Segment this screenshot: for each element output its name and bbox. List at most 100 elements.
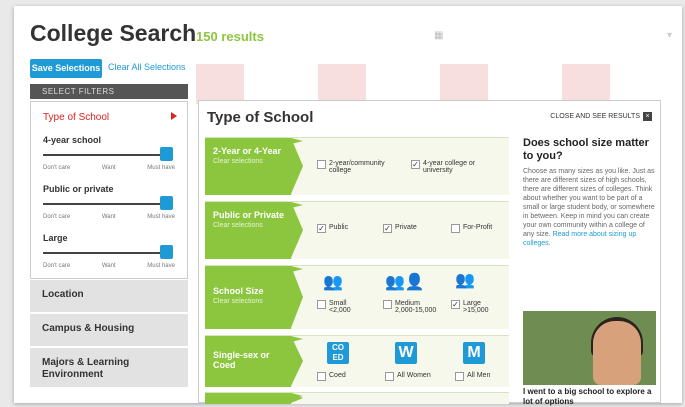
option-text: Large >15,000 [463,300,489,314]
option-label: Medium [395,300,420,307]
option-label: Private [395,224,417,231]
slider-public-private[interactable]: Public or private Don't care Want Must h… [43,184,183,220]
sort-dropdown[interactable]: ▦ ▾ [424,28,674,44]
option-public[interactable]: ✓ Public [317,224,348,233]
row-label: 2-Year or 4-Year Clear selections [205,138,303,195]
option-for-profit[interactable]: For-Profit [451,224,492,233]
option-medium[interactable]: Medium 2,000-15,000 [383,300,436,314]
large-school-icon: 👥 [455,272,475,289]
checkbox[interactable] [455,372,464,381]
slider-label: Large [43,233,68,243]
option-small[interactable]: Small <2,000 [317,300,351,314]
tick-must-have: Must have [147,214,175,220]
tick-want: Want [101,165,116,171]
slider-track[interactable] [43,154,171,156]
row-arrow-shape [291,202,303,258]
checkbox[interactable] [451,224,460,233]
tick-want: Want [101,263,116,269]
results-count: 150 results [196,29,264,44]
slider-4-year[interactable]: 4-year school Don't care Want Must have [43,135,183,171]
row-arrow-shape [291,393,303,403]
checkbox-checked[interactable]: ✓ [411,160,420,169]
checkbox-checked[interactable]: ✓ [451,300,460,309]
option-all-men[interactable]: All Men [455,372,490,381]
video-thumbnail[interactable] [523,311,656,385]
row-label: Single-sex or Coed [205,336,303,387]
page-title: College Search [30,20,197,46]
option-range: <2,000 [329,307,351,314]
option-text: Small <2,000 [329,300,351,314]
slider-handle[interactable] [160,196,173,210]
option-range: 2,000-15,000 [395,307,437,314]
option-text: Medium 2,000-15,000 [395,300,436,314]
row-arrow-shape [291,138,303,194]
option-large[interactable]: ✓ Large >15,000 [451,300,489,314]
row-school-size: School Size Clear selections 👥 👥👤 👥 Smal… [205,265,509,329]
checkbox[interactable] [383,300,392,309]
college-search-page: College Search 150 results ▦ ▾ Save Sele… [14,6,682,406]
arrow-right-icon [171,112,177,120]
nav-majors-learning[interactable]: Majors & Learning Environment [30,348,188,388]
checkbox[interactable] [317,300,326,309]
option-4-year[interactable]: ✓ 4-year college or university [411,160,499,174]
info-body: Choose as many sizes as you like. Just a… [523,167,656,248]
row-label: Public or Private Clear selections [205,202,303,259]
result-card [196,64,244,104]
filter-type-of-school[interactable]: Type of School [43,112,109,123]
slider-track[interactable] [43,252,171,254]
tick-dont-care: Don't care [43,214,71,220]
clear-selections-link[interactable]: Clear selections [213,222,291,229]
option-label: Large [463,300,481,307]
clear-all-selections-link[interactable]: Clear All Selections [108,62,186,72]
info-sidebar: Does school size matter to you? Choose a… [523,137,656,248]
result-card [318,64,366,104]
option-2-year[interactable]: 2-year/community college [317,160,393,174]
dropdown-chevron-icon[interactable]: ▾ [667,30,672,41]
row-2-or-4-year: 2-Year or 4-Year Clear selections 2-year… [205,137,509,195]
checkbox-checked[interactable]: ✓ [383,224,392,233]
close-see-results-button[interactable]: CLOSE AND SEE RESULTS × [550,112,652,121]
slider-ticks: Don't care Want Must have [43,263,175,269]
save-selections-button[interactable]: Save Selections [30,59,102,78]
women-icon: W [395,342,417,364]
option-label: All Women [397,372,431,379]
clear-selections-link[interactable]: Clear selections [213,158,291,165]
clear-selections-link[interactable]: Clear selections [213,298,291,305]
slider-label: Public or private [43,184,114,194]
checkbox[interactable] [317,160,326,169]
info-heading: Does school size matter to you? [523,137,649,162]
slider-handle[interactable] [160,147,173,161]
men-icon: M [463,342,485,364]
person-face [593,321,641,385]
tick-dont-care: Don't care [43,165,71,171]
option-private[interactable]: ✓ Private [383,224,417,233]
slider-large[interactable]: Large Don't care Want Must have [43,233,183,269]
coed-icon: CO ED [327,342,349,364]
slider-label: 4-year school [43,135,102,145]
option-label: Coed [329,372,346,379]
grid-view-icon[interactable]: ▦ [434,30,443,41]
video-caption: I went to a big school to explore a lot … [523,387,652,406]
nav-location[interactable]: Location [30,280,188,313]
option-label: For-Profit [463,224,493,231]
close-icon[interactable]: × [643,112,652,121]
checkbox[interactable] [385,372,394,381]
slider-handle[interactable] [160,245,173,259]
row-single-sex-coed: Single-sex or Coed CO ED W M Coed All Wo… [205,335,509,387]
slider-track[interactable] [43,203,171,205]
checkbox-checked[interactable]: ✓ [317,224,326,233]
checkbox[interactable] [317,372,326,381]
option-label: All Men [467,372,491,379]
row-label [205,393,303,404]
nav-campus-housing[interactable]: Campus & Housing [30,314,188,347]
filter-summary[interactable]: Type of School 4-year school Don't care … [30,101,188,279]
info-text: Choose as many sizes as you like. Just a… [523,168,655,238]
option-range: >15,000 [463,307,489,314]
background-results [196,64,676,104]
option-coed[interactable]: Coed [317,372,346,381]
row-label: School Size Clear selections [205,266,303,329]
row-name: 2-Year or 4-Year [213,146,282,156]
option-label: 2-year/community college [329,160,385,174]
option-all-women[interactable]: All Women [385,372,431,381]
type-of-school-panel: Type of School CLOSE AND SEE RESULTS × 2-… [198,100,661,406]
